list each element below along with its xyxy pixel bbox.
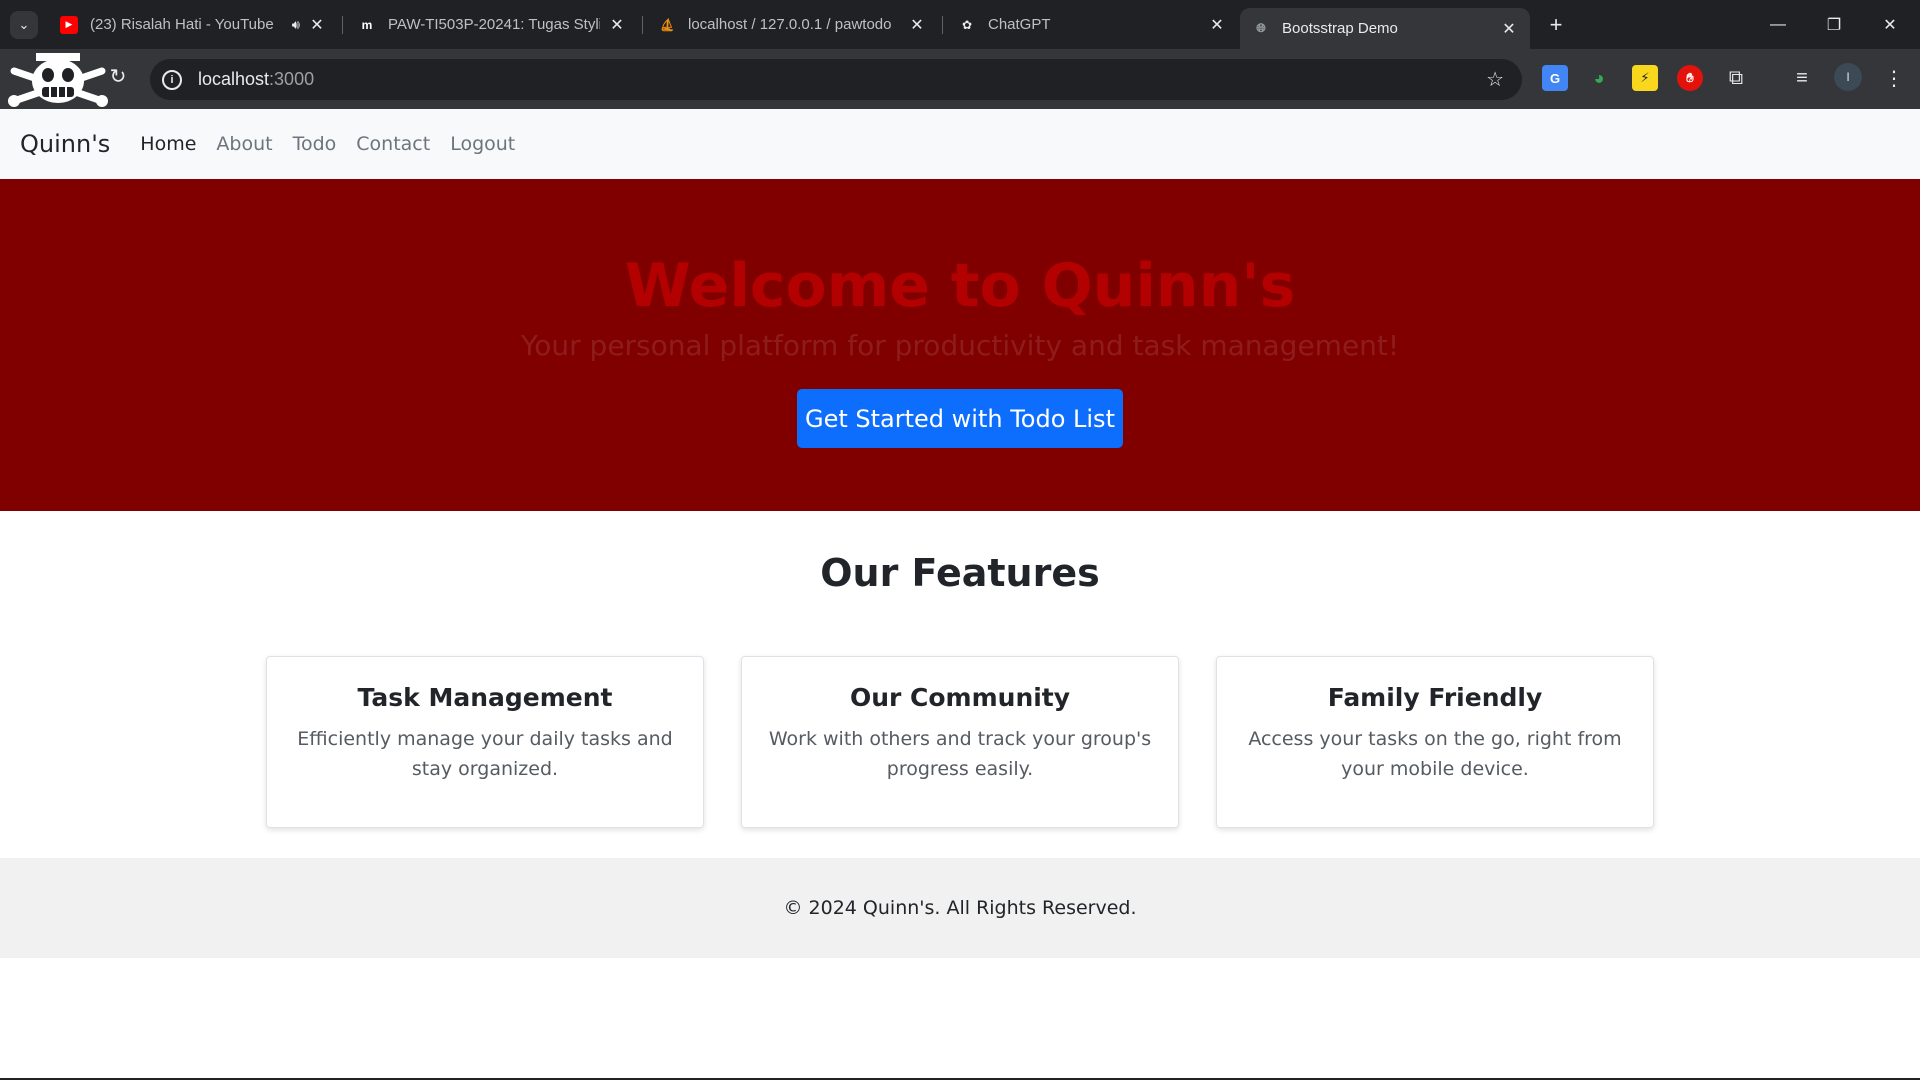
nav-link-logout[interactable]: Logout <box>450 133 515 155</box>
feature-card-title: Our Community <box>849 683 1071 712</box>
site-info-icon[interactable]: i <box>162 69 182 90</box>
feature-card-title: Task Management <box>357 683 613 712</box>
feature-card-title: Family Friendly <box>1327 683 1543 712</box>
extension-yellow-icon[interactable]: ⚡︎ <box>1632 65 1658 91</box>
tab-title: Bootsstrap Demo <box>1282 20 1398 37</box>
features-heading: Our Features <box>820 551 1100 595</box>
feature-card-text: Efficiently manage your daily tasks and … <box>297 728 673 780</box>
extension-red-icon[interactable]: ✋︎ <box>1677 65 1703 91</box>
feature-card-community: Our Community Work with others and track… <box>741 656 1179 828</box>
get-started-button[interactable]: Get Started with Todo List <box>797 389 1123 448</box>
feature-card-text: Work with others and track your group's … <box>768 728 1152 780</box>
youtube-icon: ▶ <box>60 15 78 34</box>
tab-youtube[interactable]: ▶ (23) Risalah Hati - YouTube 🔊︎ ✕ <box>48 8 338 41</box>
browser-toolbar: ↻ i localhost:3000 ☆ G ◕ ⚡︎ ✋︎ ⧉ ≡ ⋮ <box>0 49 1920 109</box>
tab-divider <box>942 16 943 34</box>
feature-card-family-friendly: Family Friendly Access your tasks on the… <box>1216 656 1654 828</box>
nav-link-todo[interactable]: Todo <box>293 133 337 155</box>
tab-chatgpt[interactable]: ✿ ChatGPT ✕ <box>946 8 1238 41</box>
bookmark-star-icon[interactable]: ☆ <box>1486 67 1504 92</box>
minimize-icon[interactable]: — <box>1750 0 1806 49</box>
feature-card-task-management: Task Management Efficiently manage your … <box>266 656 704 828</box>
close-icon[interactable]: ✕ <box>1500 20 1518 38</box>
site-footer: © 2024 Quinn's. All Rights Reserved. <box>0 858 1920 958</box>
site-navbar: Quinn's Home About Todo Contact Logout <box>0 109 1920 179</box>
close-icon[interactable]: ✕ <box>308 16 326 34</box>
tab-title: ChatGPT <box>988 16 1051 33</box>
tab-divider <box>642 16 643 34</box>
nav-link-contact[interactable]: Contact <box>356 133 430 155</box>
hero-section: Welcome to Quinn's Your personal platfor… <box>0 179 1920 511</box>
moodle-icon: m <box>361 17 373 32</box>
url-port: :3000 <box>269 69 315 89</box>
close-icon[interactable]: ✕ <box>908 16 926 34</box>
close-window-icon[interactable]: ✕ <box>1862 0 1918 49</box>
chatgpt-icon: ✿ <box>961 17 973 32</box>
tab-title: localhost / 127.0.0.1 / pawtodo <box>688 16 892 33</box>
extension-leaf-icon[interactable]: ◕ <box>1586 65 1612 91</box>
restore-icon[interactable]: ❐ <box>1806 0 1862 49</box>
hero-title: Welcome to Quinn's <box>624 251 1296 321</box>
straw-hat-jolly-roger-icon <box>8 53 108 107</box>
address-bar[interactable]: i localhost:3000 ☆ <box>150 59 1522 100</box>
navbar-brand[interactable]: Quinn's <box>20 130 110 158</box>
url-text[interactable]: localhost:3000 <box>198 69 314 90</box>
google-translate-icon[interactable]: G <box>1542 65 1568 91</box>
nav-link-about[interactable]: About <box>216 133 272 155</box>
tab-bootstrap-demo[interactable]: 🌐︎ Bootsstrap Demo ✕ <box>1240 8 1530 49</box>
browser-tab-bar: ⌄ ▶ (23) Risalah Hati - YouTube 🔊︎ ✕ m P… <box>0 0 1920 49</box>
reload-icon[interactable]: ↻ <box>106 64 130 88</box>
hero-subtitle: Your personal platform for productivity … <box>520 329 1400 362</box>
footer-copyright: © 2024 Quinn's. All Rights Reserved. <box>783 897 1137 919</box>
close-icon[interactable]: ✕ <box>608 16 626 34</box>
tab-search-button[interactable]: ⌄ <box>10 11 38 39</box>
close-icon[interactable]: ✕ <box>1208 16 1226 34</box>
profile-avatar[interactable]: I <box>1834 63 1862 91</box>
tab-phpmyadmin[interactable]: ⛵︎ localhost / 127.0.0.1 / pawtodo ✕ <box>646 8 938 41</box>
url-host: localhost <box>198 69 270 89</box>
globe-icon: 🌐︎ <box>1256 21 1266 35</box>
feature-card-text: Access your tasks on the go, right from … <box>1248 728 1622 780</box>
speaker-icon[interactable]: 🔊︎ <box>292 17 300 33</box>
extensions-puzzle-icon[interactable]: ⧉ <box>1722 64 1750 92</box>
media-queue-icon[interactable]: ≡ <box>1788 64 1816 92</box>
tab-divider <box>342 16 343 34</box>
tab-title: (23) Risalah Hati - YouTube <box>90 16 274 33</box>
phpmyadmin-icon: ⛵︎ <box>659 17 675 32</box>
tab-title: PAW-TI503P-20241: Tugas Stylin <box>388 16 600 33</box>
web-page: Quinn's Home About Todo Contact Logout W… <box>0 109 1920 1080</box>
tab-moodle[interactable]: m PAW-TI503P-20241: Tugas Stylin ✕ <box>346 8 638 41</box>
new-tab-button[interactable]: + <box>1542 11 1570 39</box>
menu-kebab-icon[interactable]: ⋮ <box>1880 64 1908 92</box>
nav-link-home[interactable]: Home <box>140 133 196 155</box>
